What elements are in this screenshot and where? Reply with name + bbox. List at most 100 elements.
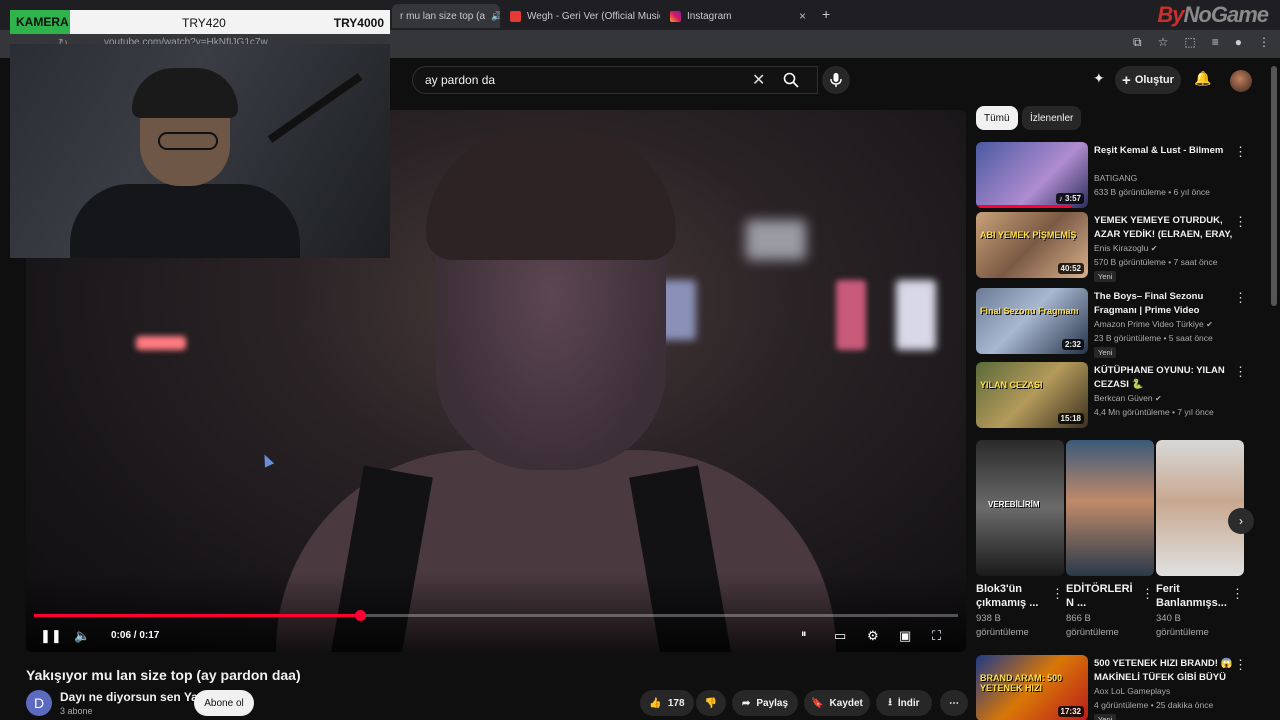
webcam-glasses <box>158 132 218 150</box>
profile-icon[interactable]: ● <box>1235 35 1242 50</box>
dislike-button[interactable]: 👎 <box>696 690 726 716</box>
recommendation-item[interactable]: ABI YEMEK PİŞMEMİŞ 40:52 YEMEK YEMEYE OTUR… <box>976 212 1266 282</box>
webcam-mic-arm <box>267 73 363 143</box>
more-vertical-icon[interactable]: ⋮ <box>1231 586 1244 602</box>
save-label: Kaydet <box>829 697 863 709</box>
recommendation-item[interactable]: ♪ 3:57 Reşit Kemal & Lust - Bilmem BATIGAN… <box>976 142 1266 208</box>
extension-puzzle-icon[interactable]: ✦ <box>1093 70 1105 87</box>
recommendation-thumbnail[interactable]: ABI YEMEK PİŞMEMİŞ 40:52 <box>976 212 1088 278</box>
instagram-favicon-icon <box>670 10 681 22</box>
download-label: İndir <box>897 697 920 709</box>
like-button[interactable]: 👍 178 <box>640 690 694 716</box>
recommendation-title[interactable]: The Boys– Final Sezonu Fragmanı | Prime … <box>1094 290 1234 318</box>
short-item[interactable]: Ferit Banlanmışs... 340 B görüntüleme ⋮ <box>1156 440 1244 640</box>
close-tab-icon[interactable]: × <box>799 9 806 23</box>
voice-search-button[interactable] <box>822 66 850 94</box>
channel-label: BATIGANG <box>1094 173 1138 183</box>
cast-icon[interactable]: ⧉ <box>1133 35 1142 50</box>
more-vertical-icon[interactable]: ⋮ <box>1234 214 1247 230</box>
donation-tier-2: TRY4000 <box>333 16 384 30</box>
thumbnail-text: ABI YEMEK PİŞMEMİŞ <box>980 230 1077 240</box>
notifications-bell-icon[interactable]: 🔔 <box>1194 70 1211 87</box>
short-thumbnail[interactable] <box>1156 440 1244 576</box>
more-vertical-icon[interactable]: ⋮ <box>1051 586 1064 602</box>
channel-label: Enis Kirazoglu <box>1094 243 1149 253</box>
more-vertical-icon[interactable]: ⋮ <box>1141 586 1154 602</box>
create-label: Oluştur <box>1134 74 1174 86</box>
page-scrollbar[interactable] <box>1271 66 1277 306</box>
short-title[interactable]: Blok3'ün çıkmamış ... <box>976 582 1048 610</box>
tab-current-video[interactable]: r mu lan size top (a 🔊 × <box>392 4 500 28</box>
account-avatar[interactable] <box>1230 70 1252 92</box>
recommendation-item[interactable]: BRAND ARAM: 500 YETENEK HIZI 17:32 500 YET… <box>976 655 1266 720</box>
thumbnail-text: Final Sezonu Fragmanı <box>980 306 1079 316</box>
chip-all[interactable]: Tümü <box>976 106 1018 130</box>
time-display: 0:06 / 0:17 <box>111 630 160 641</box>
more-vertical-icon[interactable]: ⋮ <box>1234 364 1247 380</box>
pause-icon[interactable]: ❚❚ <box>40 628 62 644</box>
more-vertical-icon[interactable]: ⋮ <box>1234 144 1247 160</box>
short-title[interactable]: EDİTÖRLERİ N ... <box>1066 582 1138 610</box>
recommendation-thumbnail[interactable]: YILAN CEZASI 15:18 <box>976 362 1088 428</box>
recommendation-thumbnail[interactable]: ♪ 3:57 <box>976 142 1088 208</box>
download-button[interactable]: ⭳ İndir <box>876 690 932 716</box>
settings-gear-icon[interactable]: ⚙ <box>867 628 879 644</box>
recommendation-thumbnail[interactable]: BRAND ARAM: 500 YETENEK HIZI 17:32 <box>976 655 1088 720</box>
subscribe-button[interactable]: Abone ol <box>194 690 254 716</box>
more-vertical-icon[interactable]: ⋮ <box>1234 290 1247 306</box>
short-item[interactable]: VEREBİLİRİM Blok3'ün çıkmamış ... 938 B gö… <box>976 440 1064 640</box>
recommendation-meta: 633 B görüntüleme • 6 yıl önce <box>1094 187 1210 197</box>
search-icon <box>783 72 799 88</box>
recommendation-channel: Amazon Prime Video Türkiye ✔ <box>1094 319 1213 329</box>
short-thumbnail[interactable] <box>1066 440 1154 576</box>
short-overlay-text: VEREBİLİRİM <box>988 500 1040 509</box>
thumbs-up-icon: 👍 <box>649 697 662 709</box>
tab-instagram[interactable]: Instagram × <box>662 4 814 28</box>
watched-progress <box>976 205 1072 208</box>
autoplay-toggle-icon[interactable]: ⏸ <box>801 628 807 641</box>
recommendation-channel: Enis Kirazoglu ✔ <box>1094 243 1157 253</box>
share-button[interactable]: ➦ Paylaş <box>732 690 798 716</box>
tab-label: r mu lan size top (a <box>400 10 486 22</box>
new-tab-icon[interactable]: + <box>822 6 830 22</box>
theater-mode-icon[interactable]: ▣ <box>899 628 911 644</box>
create-button[interactable]: + Oluştur <box>1115 66 1181 94</box>
volume-icon[interactable]: 🔈 <box>74 628 90 644</box>
recommendation-title[interactable]: YEMEK YEMEYE OTURDUK, AZAR YEDİK! (ELRAE… <box>1094 214 1234 242</box>
save-button[interactable]: 🔖 Kaydet <box>804 690 870 716</box>
chip-watched[interactable]: İzlenenler <box>1022 106 1082 130</box>
download-icon: ⭳ <box>888 696 892 708</box>
more-vertical-icon[interactable]: ⋮ <box>1234 657 1247 673</box>
more-horizontal-icon: ⋯ <box>949 697 959 709</box>
search-button[interactable] <box>772 66 810 94</box>
recommendation-item[interactable]: YILAN CEZASI 15:18 KÜTÜPHANE OYUNU: YILAN … <box>976 362 1266 428</box>
extensions-icon[interactable]: ⬚ <box>1184 35 1195 50</box>
camera-overlay-bar: KAMERA TRY420 TRY4000 <box>10 10 390 34</box>
subtitles-icon[interactable]: ▭ <box>834 628 846 644</box>
short-title[interactable]: Ferit Banlanmışs... <box>1156 582 1228 610</box>
tab-wegh[interactable]: Wegh - Geri Ver (Official Music × <box>502 4 660 28</box>
recommendation-title[interactable]: 500 YETENEK HIZI BRAND! 😱 MAKİNELİ TÜFEK… <box>1094 657 1234 685</box>
short-thumbnail[interactable]: VEREBİLİRİM <box>976 440 1064 576</box>
bookmark-star-icon[interactable]: ☆ <box>1158 35 1169 50</box>
clear-search-icon[interactable]: ✕ <box>752 70 765 90</box>
verified-check-icon: ✔ <box>1150 244 1158 253</box>
recommendation-title[interactable]: Reşit Kemal & Lust - Bilmem <box>1094 144 1234 158</box>
recommendation-item[interactable]: Final Sezonu Fragmanı 2:32 The Boys– Final… <box>976 288 1266 358</box>
channel-avatar[interactable]: D <box>26 690 52 716</box>
recommendation-title[interactable]: KÜTÜPHANE OYUNU: YILAN CEZASI 🐍 <box>1094 364 1234 392</box>
thumbnail-text: YILAN CEZASI <box>980 380 1043 390</box>
fullscreen-icon[interactable]: ⛶ <box>932 628 941 644</box>
progress-bar[interactable] <box>34 610 958 621</box>
channel-name[interactable]: Dayı ne diyorsun sen Yaa <box>60 690 205 704</box>
audio-icon: 🔊 <box>491 10 500 21</box>
shorts-next-button[interactable]: › <box>1228 508 1254 534</box>
channel-label: Amazon Prime Video Türkiye <box>1094 319 1204 329</box>
more-actions-button[interactable]: ⋯ <box>940 690 968 716</box>
bookmark-icon: 🔖 <box>811 697 824 709</box>
reading-list-icon[interactable]: ≡ <box>1212 35 1219 50</box>
short-item[interactable]: EDİTÖRLERİ N ... 866 B görüntüleme ⋮ <box>1066 440 1154 640</box>
recommendation-thumbnail[interactable]: Final Sezonu Fragmanı 2:32 <box>976 288 1088 354</box>
menu-icon[interactable]: ⋮ <box>1258 35 1270 50</box>
search-input[interactable]: ay pardon da <box>425 73 495 87</box>
